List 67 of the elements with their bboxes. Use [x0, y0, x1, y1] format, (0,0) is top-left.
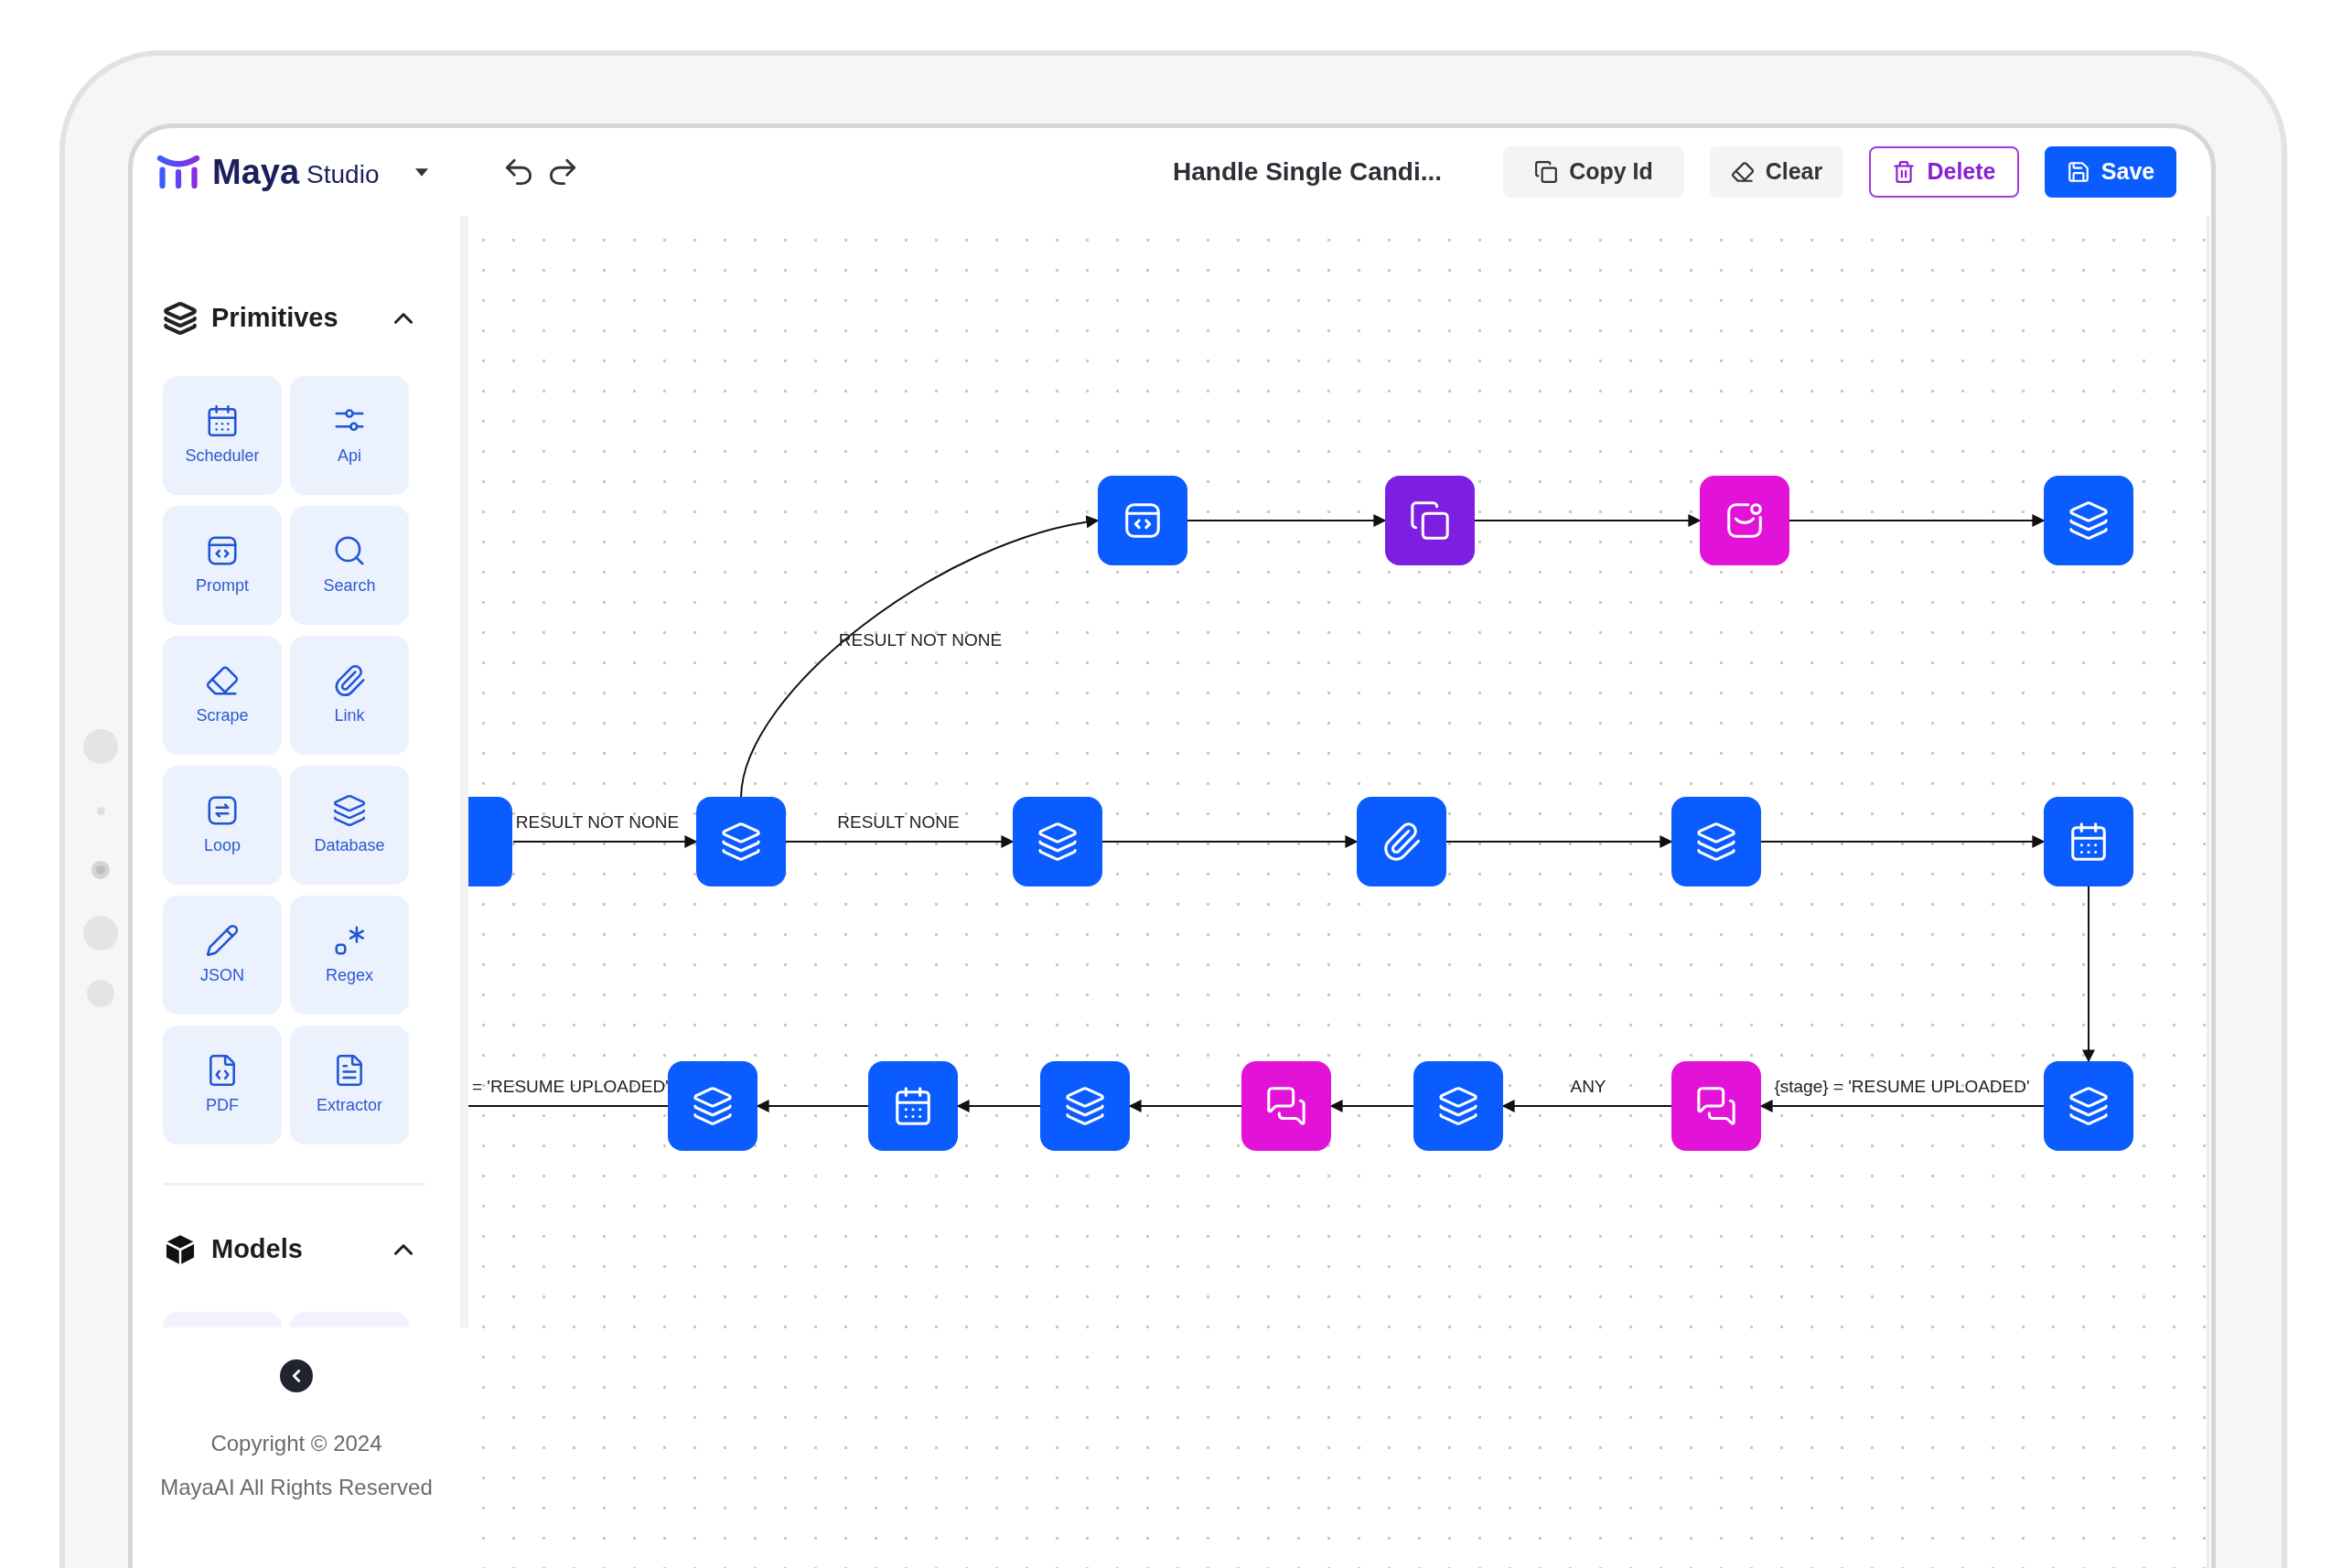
flow-node[interactable] — [1413, 1061, 1503, 1151]
primitive-tile[interactable]: Extractor — [290, 1026, 409, 1144]
primitive-tile[interactable]: Scrape — [163, 636, 282, 755]
brand-suffix: Studio — [306, 162, 380, 188]
primitive-tile[interactable]: Search — [290, 506, 409, 625]
copy-id-button[interactable]: Copy Id — [1503, 146, 1684, 198]
edge-label: RESULT NOT NONE — [515, 812, 680, 832]
layers-icon — [2068, 499, 2110, 542]
primitive-tile[interactable]: Link — [290, 636, 409, 755]
layers-icon — [1064, 1085, 1106, 1127]
section-title: Primitives — [211, 302, 338, 335]
copyright-text: Copyright © 2024 — [210, 1430, 382, 1457]
edge-label: = 'RESUME UPLOADED' — [472, 1077, 669, 1096]
flow-node[interactable] — [2044, 1061, 2133, 1151]
pencil-icon — [205, 922, 240, 958]
primitive-tile[interactable]: Prompt — [163, 506, 282, 625]
flow-node[interactable] — [1040, 1061, 1130, 1151]
flow-node[interactable] — [1671, 1061, 1761, 1151]
caret-icon[interactable] — [415, 167, 429, 177]
flow-node[interactable] — [1700, 476, 1789, 565]
brand-name: Maya — [212, 155, 300, 189]
copyright-text: MayaAI All Rights Reserved — [160, 1474, 433, 1501]
primitive-tile[interactable]: Scheduler — [163, 376, 282, 495]
delete-button[interactable]: Delete — [1869, 146, 2019, 198]
edge-label: RESULT NONE — [837, 812, 960, 832]
copy-icon — [1409, 499, 1451, 542]
layers-icon — [163, 301, 198, 336]
flow-node[interactable] — [696, 797, 786, 886]
flow-node[interactable] — [868, 1061, 958, 1151]
eraser-icon — [1730, 160, 1755, 184]
chat-bubbles-icon — [1265, 1085, 1307, 1127]
flow-node[interactable] — [2044, 476, 2133, 565]
primitive-tile[interactable]: PDF — [163, 1026, 282, 1144]
workflow-title: Handle Single Candi... — [1173, 156, 1443, 188]
primitive-tile[interactable]: Loop — [163, 766, 282, 885]
flow-node[interactable] — [2044, 797, 2133, 886]
save-icon — [2066, 160, 2090, 184]
copy-icon — [1534, 160, 1559, 184]
save-button[interactable]: Save — [2045, 146, 2176, 198]
flow-node[interactable] — [1241, 1061, 1331, 1151]
flow-node[interactable] — [1098, 476, 1187, 565]
layers-icon — [1695, 821, 1737, 863]
edge-label: ANY — [1570, 1077, 1606, 1096]
primitive-tile[interactable]: Regex — [290, 896, 409, 1015]
layers-icon — [1437, 1085, 1479, 1127]
primitive-tile[interactable]: JSON — [163, 896, 282, 1015]
layers-icon — [2068, 1085, 2110, 1127]
section-title: Models — [211, 1233, 303, 1266]
edge-label: {stage} = 'RESUME UPLOADED' — [1774, 1077, 2030, 1096]
layers-icon — [692, 1085, 734, 1127]
flow-node[interactable] — [1357, 797, 1446, 886]
collapse-sidebar-button[interactable] — [280, 1359, 313, 1392]
trash-icon — [1892, 160, 1917, 184]
flow-node[interactable] — [668, 1061, 757, 1151]
flow-node[interactable] — [1671, 797, 1761, 886]
primitive-tile[interactable]: Database — [290, 766, 409, 885]
logo-icon — [156, 154, 201, 190]
calendar-icon — [205, 403, 240, 438]
layers-icon — [332, 792, 367, 828]
layers-icon — [720, 821, 762, 863]
clear-button[interactable]: Clear — [1710, 146, 1843, 198]
flow-node[interactable] — [1385, 476, 1475, 565]
flow-node[interactable] — [1013, 797, 1102, 886]
primitive-tile[interactable]: Api — [290, 376, 409, 495]
flow-node[interactable] — [468, 797, 512, 886]
layers-icon — [1037, 821, 1079, 863]
chat-bubbles-icon — [1695, 1085, 1737, 1127]
